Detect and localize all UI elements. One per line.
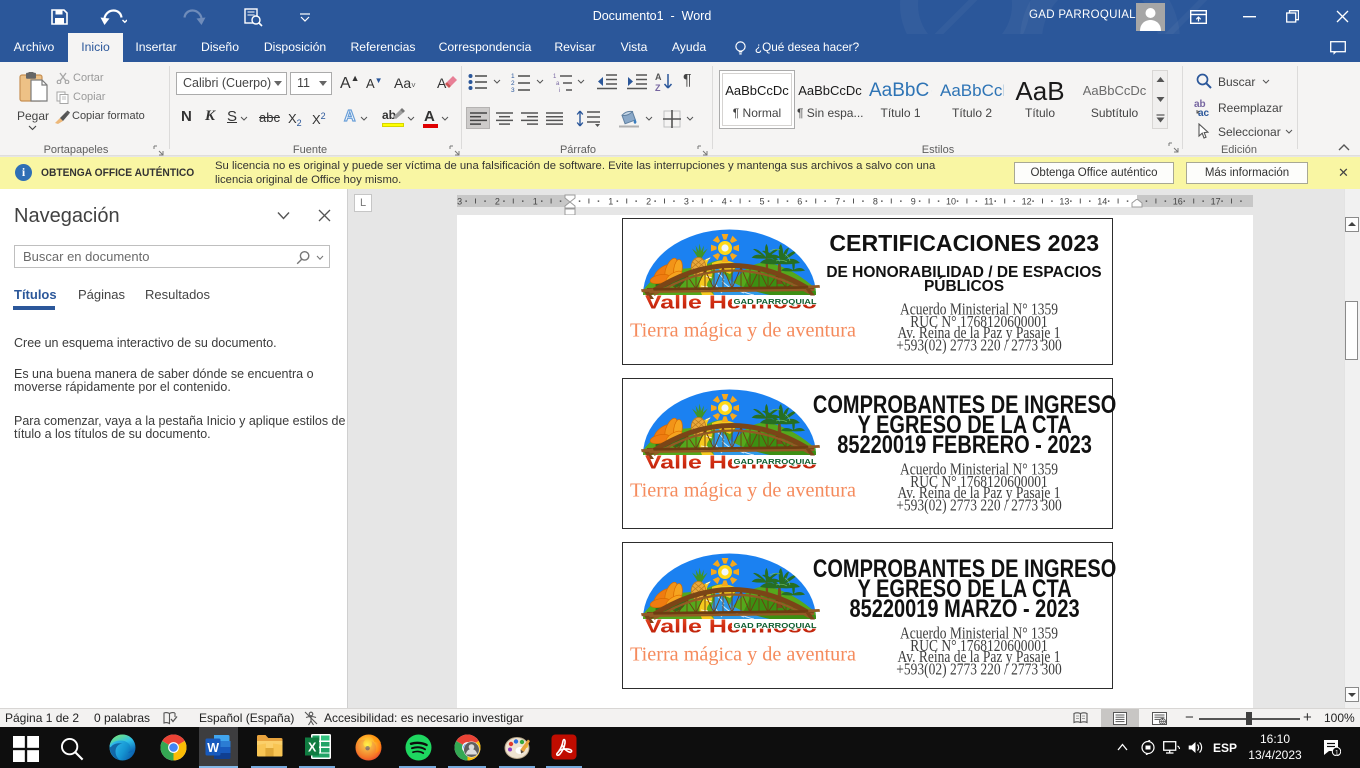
svg-text:A: A bbox=[437, 75, 447, 91]
svg-text:10: 10 bbox=[946, 197, 956, 207]
svg-text:W: W bbox=[207, 741, 219, 755]
svg-text:5: 5 bbox=[759, 197, 764, 207]
svg-text:i: i bbox=[559, 88, 560, 92]
svg-text:3: 3 bbox=[457, 197, 462, 207]
svg-text:1: 1 bbox=[511, 73, 515, 80]
svg-text:12: 12 bbox=[1022, 197, 1032, 207]
svg-text:3: 3 bbox=[511, 87, 515, 92]
svg-text:7: 7 bbox=[835, 197, 840, 207]
svg-text:3: 3 bbox=[684, 197, 689, 207]
svg-text:6: 6 bbox=[797, 197, 802, 207]
svg-text:A: A bbox=[655, 72, 662, 82]
svg-text:X: X bbox=[308, 741, 317, 755]
svg-text:4: 4 bbox=[722, 197, 727, 207]
svg-text:2: 2 bbox=[511, 80, 515, 87]
svg-text:2: 2 bbox=[646, 197, 651, 207]
svg-text:14: 14 bbox=[1097, 197, 1107, 207]
svg-text:1: 1 bbox=[1335, 750, 1339, 757]
svg-text:ac: ac bbox=[1198, 108, 1210, 117]
svg-text:a: a bbox=[556, 81, 560, 87]
svg-text:9: 9 bbox=[911, 197, 916, 207]
svg-text:1: 1 bbox=[533, 197, 538, 207]
svg-text:11: 11 bbox=[984, 197, 993, 207]
svg-text:16: 16 bbox=[1173, 197, 1183, 207]
svg-text:1: 1 bbox=[608, 197, 613, 207]
svg-text:13: 13 bbox=[1059, 197, 1069, 207]
svg-text:2: 2 bbox=[495, 197, 500, 207]
svg-text:8: 8 bbox=[873, 197, 878, 207]
svg-text:1: 1 bbox=[553, 74, 557, 80]
svg-text:17: 17 bbox=[1211, 197, 1221, 207]
svg-text:Z: Z bbox=[655, 83, 661, 92]
